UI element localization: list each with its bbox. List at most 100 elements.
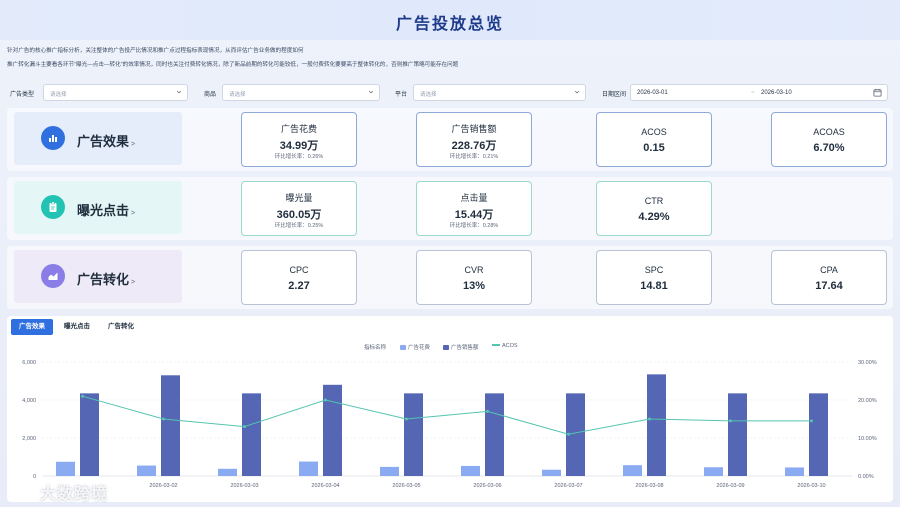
kpi-card-ad-spend[interactable]: 广告花费 34.99万 环比增长率：0.26% bbox=[241, 112, 357, 167]
chevron-right-icon: > bbox=[131, 141, 136, 148]
section-title: 广告转化 > bbox=[77, 272, 136, 287]
kpi-value: 14.81 bbox=[640, 280, 668, 292]
chevron-down-icon bbox=[574, 90, 580, 94]
kpi-card-ctr[interactable]: CTR 4.29% bbox=[596, 181, 712, 236]
kpi-title: ACOS bbox=[641, 127, 667, 137]
kpi-growth: 环比增长率：0.25% bbox=[274, 223, 324, 229]
section-ad-conversion: 广告转化 > CPC 2.27 CVR 13% SPC 14.81 CPA 17.… bbox=[7, 246, 893, 309]
bar-ad-spend bbox=[56, 461, 75, 476]
kpi-value: 2.27 bbox=[288, 280, 310, 292]
product-select[interactable]: 请选择 bbox=[222, 84, 380, 101]
x-tick-label: 2026-03-04 bbox=[311, 483, 339, 489]
bar-ad-spend bbox=[542, 469, 561, 476]
kpi-card-acos[interactable]: ACOS 0.15 bbox=[596, 112, 712, 167]
kpi-title: 点击量 bbox=[460, 193, 488, 203]
kpi-card-acoas[interactable]: ACOAS 6.70% bbox=[771, 112, 887, 167]
bar-ad-spend bbox=[704, 467, 723, 476]
section-exposure-click: 曝光点击 > 曝光量 360.05万 环比增长率：0.25% 点击量 15.44万… bbox=[7, 177, 893, 240]
watermark-brand: 大数跨境 bbox=[40, 486, 109, 503]
area-chart-icon bbox=[41, 264, 65, 288]
kpi-growth: 环比增长率：0.26% bbox=[274, 154, 324, 160]
x-tick-label: 2026-03-06 bbox=[473, 483, 501, 489]
kpi-growth: 环比增长率：0.28% bbox=[449, 223, 499, 229]
kpi-card-ad-sales[interactable]: 广告销售额 228.76万 环比增长率：0.21% bbox=[416, 112, 532, 167]
acos-point bbox=[162, 417, 165, 421]
y-right-tick-label: 30.00% bbox=[858, 360, 877, 366]
x-tick-label: 2026-03-03 bbox=[230, 483, 258, 489]
section-header-exposure-click[interactable]: 曝光点击 > bbox=[14, 181, 182, 234]
bar-ad-spend bbox=[623, 465, 642, 476]
y-left-tick-label: 4,000 bbox=[22, 398, 36, 404]
kpi-card-impressions[interactable]: 曝光量 360.05万 环比增长率：0.25% bbox=[241, 181, 357, 236]
kpi-title: 广告销售额 bbox=[451, 124, 497, 134]
kpi-title: CVR bbox=[464, 265, 484, 275]
date-end[interactable]: 2026-03-10 bbox=[761, 90, 792, 96]
kpi-title: ACOAS bbox=[813, 127, 845, 137]
y-left-tick-label: 2,000 bbox=[22, 436, 36, 442]
kpi-title: 广告花费 bbox=[280, 124, 317, 134]
kpi-title: CPA bbox=[820, 265, 838, 275]
bar-ad-spend bbox=[461, 465, 480, 476]
acos-point bbox=[405, 417, 408, 421]
y-right-tick-label: 10.00% bbox=[858, 436, 877, 442]
bar-ad-sales bbox=[242, 393, 261, 476]
kpi-card-cpa[interactable]: CPA 17.64 bbox=[771, 250, 887, 305]
chevron-down-icon bbox=[368, 90, 374, 94]
x-tick-label: 2026-03-07 bbox=[554, 483, 582, 489]
bar-chart-icon bbox=[41, 126, 65, 150]
section-ad-effect: 广告效果 > 广告花费 34.99万 环比增长率：0.26% 广告销售额 228.… bbox=[7, 108, 893, 171]
chevron-right-icon: > bbox=[131, 279, 136, 286]
page-title: 广告投放总览 bbox=[395, 16, 504, 33]
kpi-value: 17.64 bbox=[815, 280, 843, 292]
platform-select[interactable]: 请选择 bbox=[413, 84, 586, 101]
section-header-ad-effect[interactable]: 广告效果 > bbox=[14, 112, 182, 165]
description-line-2: 推广转化漏斗主要看各环节“曝光—点击—转化”的效率情况，同时也关注付费转化情况，… bbox=[7, 62, 459, 68]
acos-point bbox=[81, 394, 84, 398]
bar-ad-sales bbox=[323, 384, 342, 476]
chart-panel: 广告效果 曝光点击 广告转化 指标名称 广告花费 广告销售额 ACOS 0 2,0… bbox=[7, 316, 893, 502]
date-start[interactable]: 2026-03-01 bbox=[637, 90, 668, 96]
product-placeholder: 请选择 bbox=[229, 92, 246, 98]
x-tick-label: 2026-03-02 bbox=[149, 483, 177, 489]
chevron-down-icon bbox=[176, 90, 182, 94]
ad-type-select[interactable]: 请选择 bbox=[43, 84, 188, 101]
kpi-growth: 环比增长率：0.21% bbox=[449, 154, 499, 160]
kpi-title: CTR bbox=[644, 196, 664, 206]
kpi-card-clicks[interactable]: 点击量 15.44万 环比增长率：0.28% bbox=[416, 181, 532, 236]
kpi-card-cpc[interactable]: CPC 2.27 bbox=[241, 250, 357, 305]
clipboard-icon bbox=[41, 195, 65, 219]
acos-point bbox=[729, 419, 732, 423]
date-range-label: 日期区间 bbox=[602, 92, 627, 98]
chevron-right-icon: > bbox=[131, 210, 136, 217]
ad-type-label: 广告类型 bbox=[10, 92, 35, 98]
bar-ad-spend bbox=[218, 468, 237, 476]
acos-point bbox=[243, 425, 246, 429]
calendar-icon[interactable] bbox=[873, 88, 882, 97]
kpi-card-spc[interactable]: SPC 14.81 bbox=[596, 250, 712, 305]
kpi-value: 6.70% bbox=[813, 142, 845, 154]
section-title: 广告效果 > bbox=[77, 134, 136, 149]
bar-ad-sales bbox=[647, 374, 666, 476]
kpi-value: 0.15 bbox=[643, 142, 665, 154]
acos-point bbox=[486, 409, 489, 413]
section-header-ad-conversion[interactable]: 广告转化 > bbox=[14, 250, 182, 303]
x-tick-label: 2026-03-08 bbox=[635, 483, 663, 489]
bar-ad-sales bbox=[728, 393, 747, 476]
y-left-tick-label: 6,000 bbox=[22, 360, 36, 366]
filter-bar: 广告类型 请选择 商品 请选择 平台 请选择 日期区间 2026-03-01 ~… bbox=[0, 84, 900, 102]
acos-point bbox=[648, 417, 651, 421]
x-tick-label: 2026-03-09 bbox=[716, 483, 744, 489]
bar-ad-spend bbox=[380, 466, 399, 476]
bar-ad-spend bbox=[137, 465, 156, 476]
kpi-value: 15.44万 bbox=[454, 209, 494, 221]
kpi-title: CPC bbox=[289, 265, 309, 275]
bar-ad-spend bbox=[299, 461, 318, 476]
combo-chart: 0 2,000 4,000 6,000 0.00% 10.00% 20.00% 30.00% 2… bbox=[22, 360, 877, 489]
kpi-value: 13% bbox=[462, 280, 486, 292]
y-left-tick-label: 0 bbox=[33, 474, 36, 480]
date-range-picker[interactable]: 2026-03-01 ~ 2026-03-10 bbox=[630, 84, 888, 101]
product-label: 商品 bbox=[204, 92, 217, 98]
bar-ad-sales bbox=[80, 393, 99, 476]
kpi-title: SPC bbox=[644, 265, 664, 275]
kpi-card-cvr[interactable]: CVR 13% bbox=[416, 250, 532, 305]
